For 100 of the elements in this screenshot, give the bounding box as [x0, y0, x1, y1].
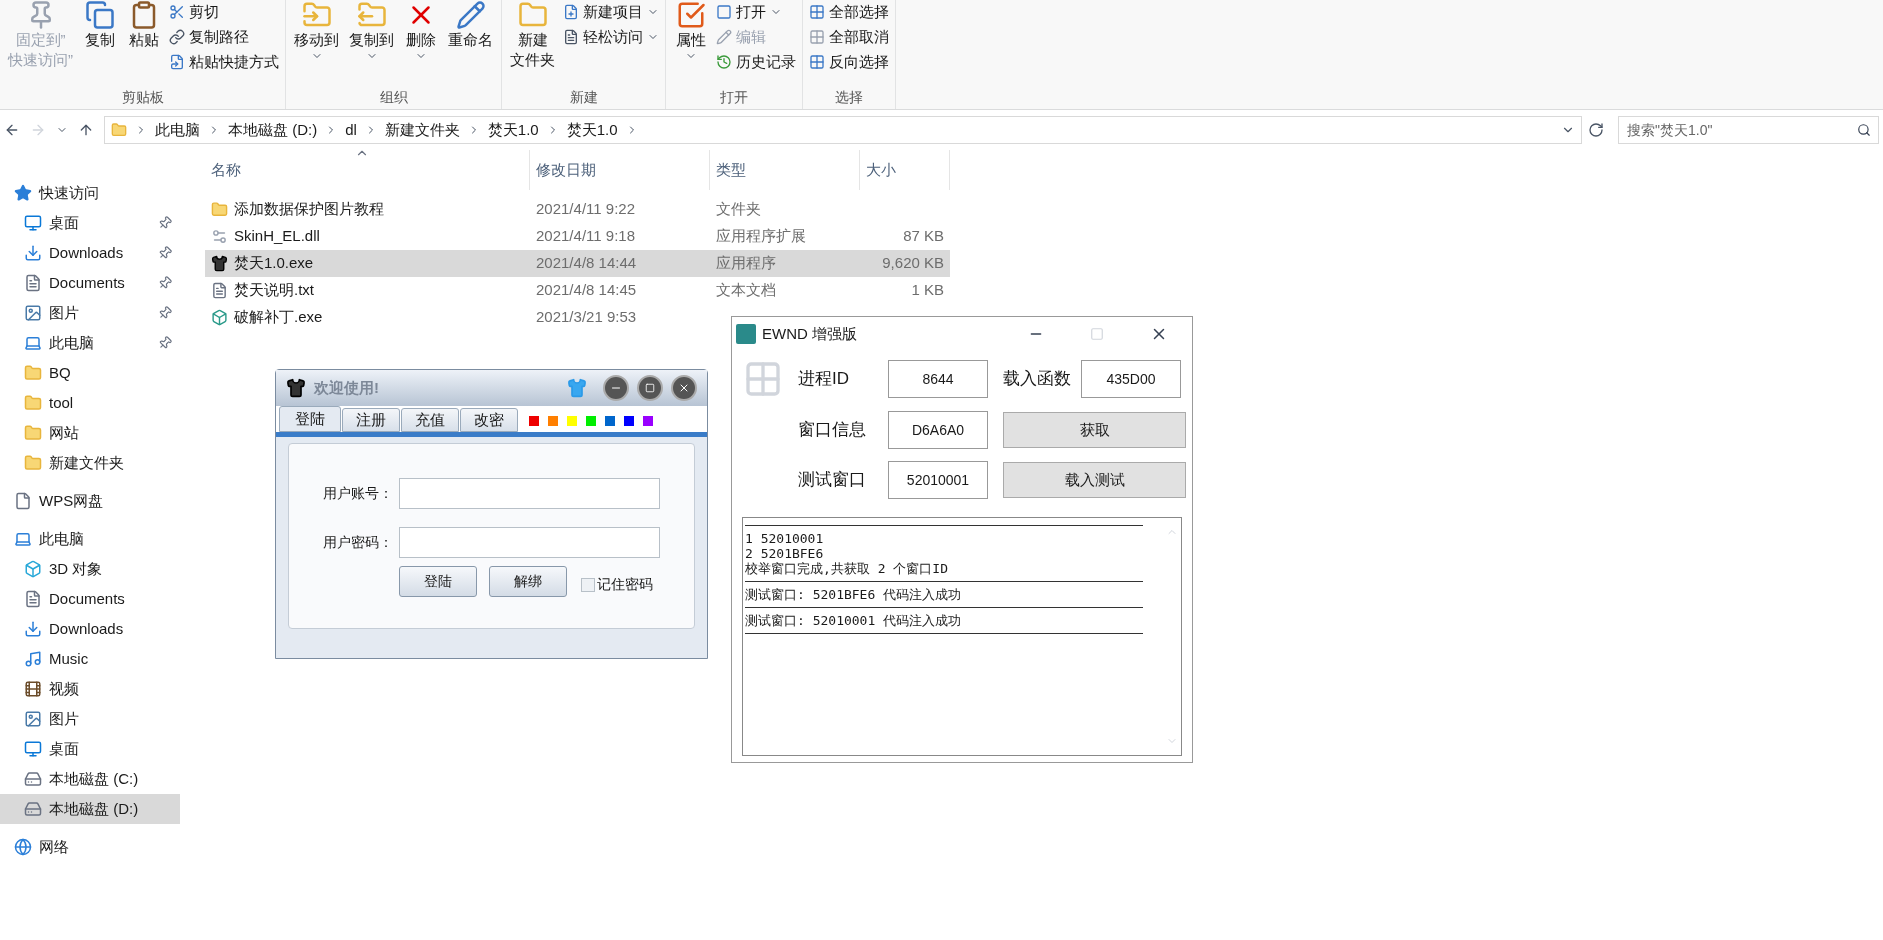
ribbon-small-button[interactable]: 粘贴快捷方式 — [167, 50, 281, 74]
nav-item[interactable]: Downloads — [0, 614, 180, 644]
checkbox[interactable] — [581, 577, 595, 592]
tab[interactable]: 改密 — [460, 408, 518, 432]
close-icon — [678, 382, 690, 394]
ribbon-button[interactable]: 重命名 — [444, 0, 497, 50]
nav-label: 图片 — [49, 302, 80, 323]
ribbon-button[interactable]: 移动到 — [290, 0, 343, 62]
color-swatch[interactable] — [624, 416, 634, 426]
column-header[interactable]: 类型 — [710, 150, 860, 190]
ribbon-small-button[interactable]: 剪切 — [167, 0, 281, 24]
ribbon-button[interactable]: 复制到 — [345, 0, 398, 62]
nav-item[interactable]: 此电脑 — [0, 328, 180, 358]
nav-item[interactable]: 图片 — [0, 704, 180, 734]
nav-item[interactable]: 本地磁盘 (C:) — [0, 764, 180, 794]
color-swatch[interactable] — [586, 416, 596, 426]
ribbon-small-button[interactable]: 打开 — [714, 0, 798, 24]
load-test-button[interactable]: 载入测试 — [1003, 462, 1186, 498]
picture-icon — [24, 304, 42, 322]
value-field[interactable]: D6A6A0 — [888, 411, 988, 449]
breadcrumb[interactable]: 此电脑 — [155, 118, 200, 142]
address-field[interactable]: 此电脑 本地磁盘 (D:) dl 新建文件夹 焚天1.0 焚天1.0 — [104, 116, 1582, 144]
forward-icon[interactable] — [30, 122, 46, 138]
color-swatch[interactable] — [567, 416, 577, 426]
file-row[interactable]: SkinH_EL.dll 2021/4/11 9:18 应用程序扩展 87 KB — [205, 223, 950, 250]
input-field[interactable] — [399, 527, 660, 558]
breadcrumb[interactable]: 焚天1.0 — [487, 118, 539, 142]
nav-item[interactable]: WPS网盘 — [0, 486, 180, 516]
tab[interactable]: 注册 — [342, 408, 400, 432]
file-row[interactable]: 焚天1.0.exe 2021/4/8 14:44 应用程序 9,620 KB — [205, 250, 950, 277]
ribbon-button[interactable]: 粘贴 — [123, 0, 165, 50]
remember-checkbox[interactable]: 记住密码 — [581, 574, 653, 595]
nav-item[interactable]: 桌面 — [0, 734, 180, 764]
ribbon-small-button[interactable]: 历史记录 — [714, 50, 798, 74]
file-name: 破解补丁.exe — [234, 307, 323, 328]
tab[interactable]: 充值 — [401, 408, 459, 432]
cube-icon — [24, 560, 42, 578]
nav-item[interactable]: tool — [0, 388, 180, 418]
nav-item[interactable]: Music — [0, 644, 180, 674]
value-field[interactable]: 52010001 — [888, 461, 988, 499]
nav-item[interactable]: 此电脑 — [0, 524, 180, 554]
value-field[interactable]: 8644 — [888, 360, 988, 398]
column-header[interactable]: 修改日期 — [530, 150, 710, 190]
nav-item[interactable]: Documents — [0, 584, 180, 614]
nav-item[interactable]: 新建文件夹 — [0, 448, 180, 478]
file-row[interactable]: 破解补丁.exe 2021/3/21 9:53 — [205, 304, 710, 331]
search-icon — [1857, 123, 1871, 137]
column-header[interactable]: 名称 — [205, 150, 530, 190]
ribbon-small-button[interactable]: 反向选择 — [807, 50, 891, 74]
up-icon[interactable] — [78, 122, 94, 138]
column-header[interactable]: 大小 — [860, 150, 950, 190]
get-button[interactable]: 获取 — [1003, 412, 1186, 448]
value-field[interactable]: 435D00 — [1081, 360, 1181, 398]
nav-item[interactable]: 视频 — [0, 674, 180, 704]
ribbon-button[interactable]: 复制 — [79, 0, 121, 50]
back-icon[interactable] — [4, 122, 20, 138]
window-title: EWND 增强版 — [762, 323, 858, 344]
color-swatch[interactable] — [548, 416, 558, 426]
nav-item[interactable]: Documents — [0, 268, 180, 298]
nav-item[interactable]: Downloads — [0, 238, 180, 268]
ribbon-small-button[interactable]: 复制路径 — [167, 25, 281, 49]
nav-item[interactable]: 桌面 — [0, 208, 180, 238]
search-field[interactable]: 搜索"焚天1.0" — [1618, 116, 1879, 144]
nav-item[interactable]: 3D 对象 — [0, 554, 180, 584]
tab[interactable]: 登陆 — [279, 406, 341, 432]
ribbon-button[interactable]: 属性 — [670, 0, 712, 62]
group-label: 组织 — [378, 88, 409, 107]
maximize-button[interactable] — [637, 375, 663, 401]
nav-item[interactable]: 网络 — [0, 832, 180, 862]
nav-item[interactable]: 网站 — [0, 418, 180, 448]
ribbon-button[interactable]: 删除 — [400, 0, 442, 62]
field-label: 窗口信息 — [798, 419, 867, 442]
color-swatch[interactable] — [529, 416, 539, 426]
refresh-icon[interactable] — [1588, 122, 1604, 138]
skin-icon[interactable] — [567, 378, 587, 398]
ribbon-button[interactable]: 新建 文件夹 — [506, 0, 559, 70]
ribbon-small-button[interactable]: 全部选择 — [807, 0, 891, 24]
input-field[interactable] — [399, 478, 660, 509]
nav-item[interactable]: 本地磁盘 (D:) — [0, 794, 180, 824]
dialog-button[interactable]: 解绑 — [489, 566, 567, 597]
breadcrumb[interactable]: 新建文件夹 — [384, 118, 460, 142]
nav-item[interactable]: 图片 — [0, 298, 180, 328]
breadcrumb[interactable]: dl — [345, 118, 357, 142]
file-date: 2021/4/8 14:44 — [535, 253, 638, 274]
close-button[interactable] — [671, 375, 697, 401]
minimize-button[interactable] — [603, 375, 629, 401]
document-icon — [24, 590, 42, 608]
nav-item[interactable]: BQ — [0, 358, 180, 388]
ribbon-small-button[interactable]: 新建项目 — [561, 0, 661, 24]
breadcrumb[interactable]: 本地磁盘 (D:) — [228, 118, 318, 142]
file-row[interactable]: 焚天说明.txt 2021/4/8 14:45 文本文档 1 KB — [205, 277, 950, 304]
breadcrumb[interactable]: 焚天1.0 — [566, 118, 618, 142]
file-row[interactable]: 添加数据保护图片教程 2021/4/11 9:22 文件夹 — [205, 196, 950, 223]
color-swatch[interactable] — [605, 416, 615, 426]
dialog-button[interactable]: 登陆 — [399, 566, 477, 597]
color-swatch[interactable] — [643, 416, 653, 426]
ribbon-small-button[interactable]: 全部取消 — [807, 25, 891, 49]
ribbon-small-button[interactable]: 轻松访问 — [561, 25, 661, 49]
nav-item[interactable]: 快速访问 — [0, 178, 180, 208]
maximize-icon[interactable] — [1090, 327, 1104, 341]
